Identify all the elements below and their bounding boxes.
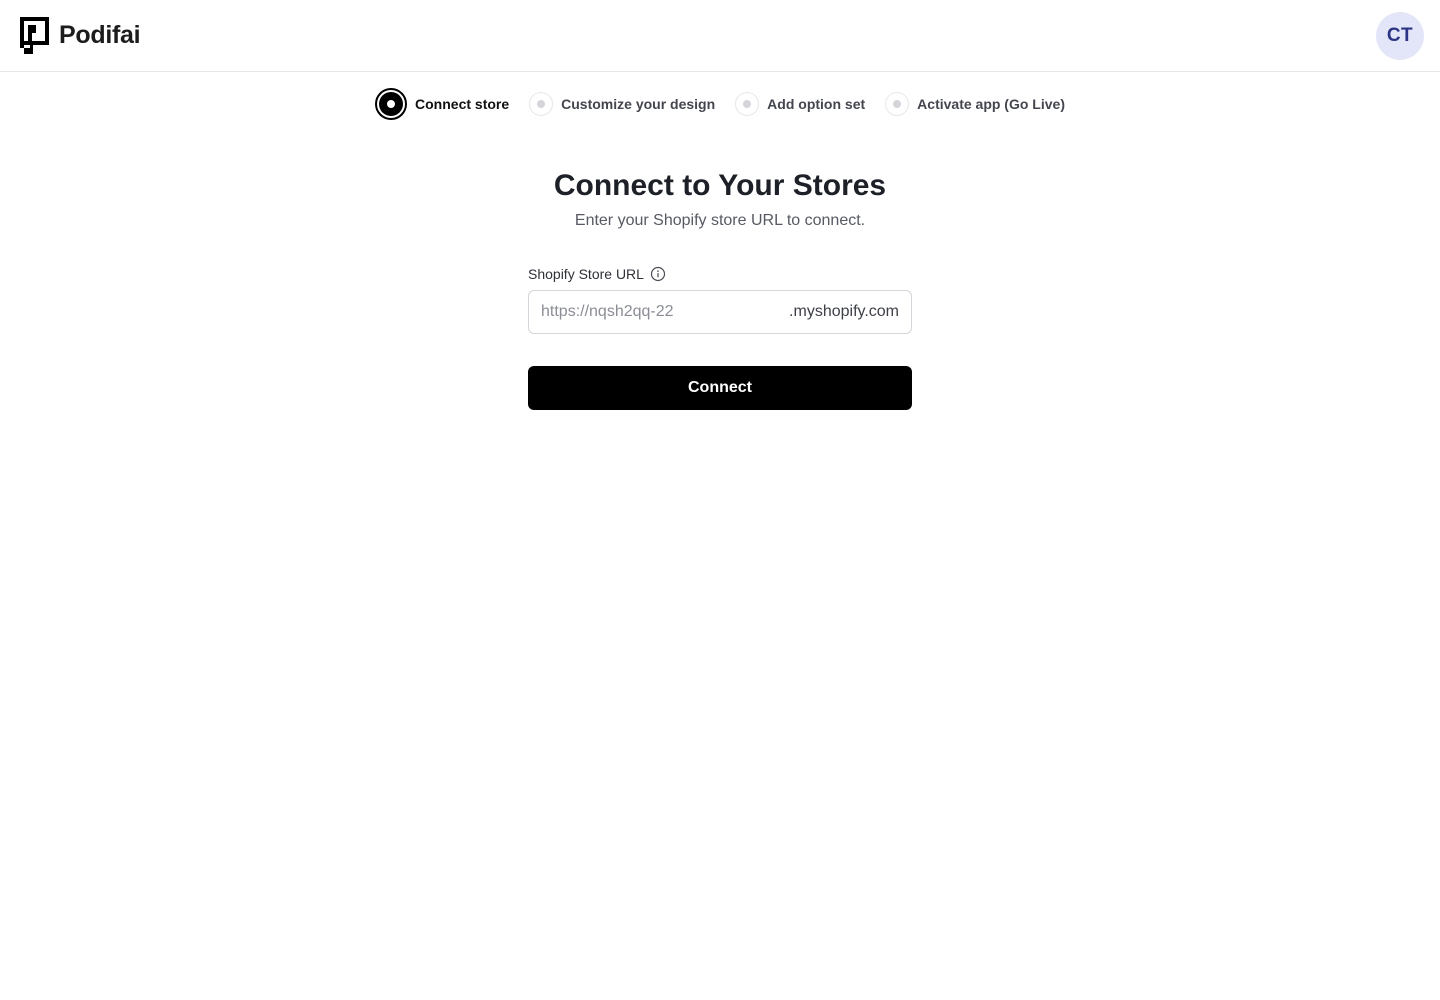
url-suffix: .myshopify.com <box>789 303 899 320</box>
brand-logo-link[interactable]: Podifai <box>20 17 141 54</box>
connect-button[interactable]: Connect <box>528 366 912 410</box>
store-url-input[interactable] <box>529 291 790 333</box>
step-label: Activate app (Go Live) <box>917 96 1065 112</box>
step-pending-indicator-icon <box>885 92 910 116</box>
top-bar: Podifai CT <box>0 0 1440 72</box>
step-active-indicator-icon <box>375 88 408 120</box>
step-activate-app[interactable]: Activate app (Go Live) <box>885 92 1065 116</box>
step-add-option-set[interactable]: Add option set <box>735 92 865 116</box>
step-label: Connect store <box>415 96 510 112</box>
connect-store-form: Connect to Your Stores Enter your Shopif… <box>528 166 912 410</box>
page-subtitle: Enter your Shopify store URL to connect. <box>574 212 866 229</box>
step-pending-indicator-icon <box>735 92 760 116</box>
user-avatar[interactable]: CT <box>1376 12 1424 60</box>
podifai-logo-icon <box>20 17 49 54</box>
store-url-label-row: Shopify Store URL <box>528 266 912 282</box>
step-label: Customize your design <box>561 96 716 112</box>
page-title: Connect to Your Stores <box>553 169 887 202</box>
brand-name: Podifai <box>59 21 141 49</box>
store-url-field: .myshopify.com <box>528 290 912 334</box>
step-connect-store[interactable]: Connect store <box>375 88 509 120</box>
store-url-label: Shopify Store URL <box>528 266 644 282</box>
step-pending-indicator-icon <box>529 92 554 116</box>
step-label: Add option set <box>767 96 866 112</box>
onboarding-stepper: Connect store Customize your design Add … <box>0 88 1440 120</box>
step-customize-design[interactable]: Customize your design <box>529 92 715 116</box>
info-icon[interactable] <box>650 266 666 282</box>
